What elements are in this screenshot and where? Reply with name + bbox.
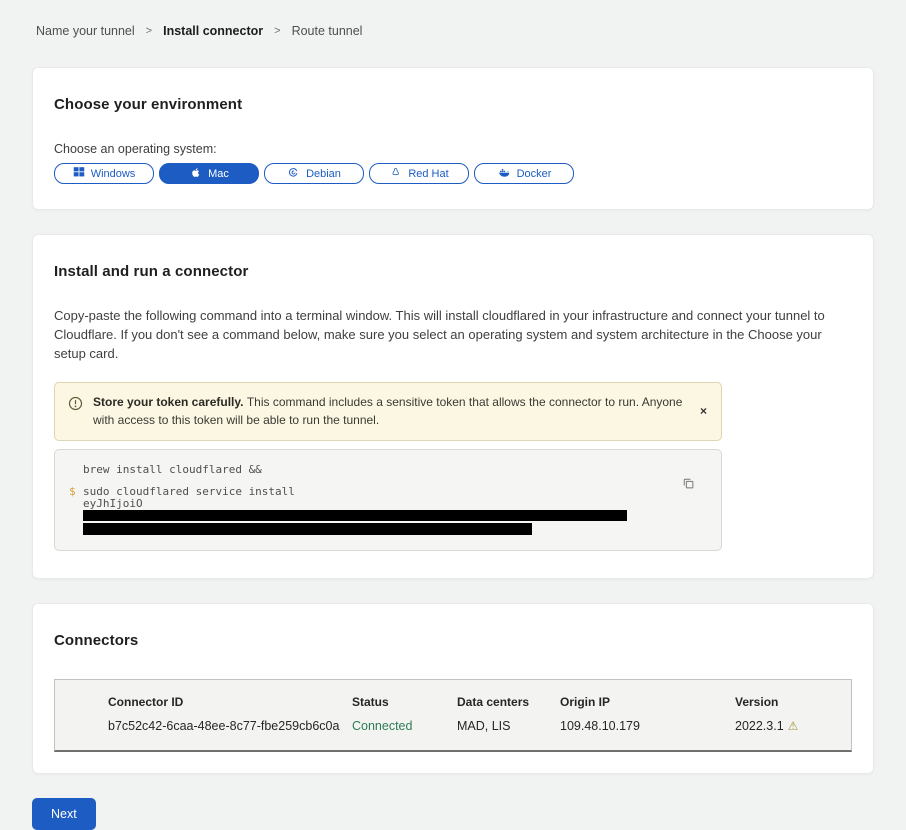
connectors-card-title: Connectors: [54, 632, 852, 649]
dollar-prompt: $: [69, 485, 83, 498]
breadcrumb: Name your tunnel > Install connector > R…: [0, 0, 906, 38]
os-select-label: Choose an operating system:: [54, 142, 852, 156]
next-button[interactable]: Next: [32, 798, 96, 830]
install-description: Copy-paste the following command into a …: [54, 307, 852, 364]
debian-icon: [287, 166, 300, 182]
os-button-mac[interactable]: Mac: [159, 163, 259, 184]
redhat-icon: [389, 166, 402, 182]
os-button-label: Debian: [306, 168, 341, 180]
column-header-origin-ip: Origin IP: [560, 695, 735, 709]
footer: Next: [32, 798, 874, 830]
breadcrumb-separator: >: [146, 25, 152, 37]
close-icon[interactable]: ×: [700, 405, 707, 417]
environment-card: Choose your environment Choose an operat…: [32, 67, 874, 210]
copy-icon[interactable]: [682, 477, 695, 493]
code-line-service-install: $ sudo cloudflared service install: [69, 485, 661, 498]
install-card: Install and run a connector Copy-paste t…: [32, 234, 874, 579]
column-header-status: Status: [352, 695, 457, 709]
status-badge: Connected: [352, 719, 457, 733]
version-value: 2022.3.1 ⚠: [735, 719, 841, 733]
alert-circle-icon: [68, 396, 83, 416]
column-header-version: Version: [735, 695, 841, 709]
origin-ip-value: 109.48.10.179: [560, 719, 735, 733]
warning-triangle-icon: ⚠: [788, 719, 799, 733]
breadcrumb-item-name-tunnel[interactable]: Name your tunnel: [36, 24, 135, 38]
environment-card-title: Choose your environment: [54, 96, 852, 113]
os-button-label: Red Hat: [408, 168, 448, 180]
breadcrumb-separator: >: [274, 25, 280, 37]
code-line-brew: brew install cloudflared &&: [69, 463, 661, 476]
install-command-codeblock: brew install cloudflared && $ sudo cloud…: [54, 449, 722, 551]
version-number: 2022.3.1: [735, 719, 784, 733]
redaction-bar: [83, 510, 627, 521]
os-button-label: Docker: [517, 168, 552, 180]
os-button-group: Windows Mac Debian Red Hat: [54, 163, 852, 184]
os-button-debian[interactable]: Debian: [264, 163, 364, 184]
install-card-title: Install and run a connector: [54, 263, 852, 280]
os-button-windows[interactable]: Windows: [54, 163, 154, 184]
connector-id-value: b7c52c42-6caa-48ee-8c77-fbe259cb6c0a: [108, 719, 352, 733]
windows-icon: [73, 166, 85, 181]
code-line-token: eyJhIjoiO: [83, 498, 661, 522]
breadcrumb-item-install-connector[interactable]: Install connector: [163, 24, 263, 38]
os-button-label: Mac: [208, 168, 229, 180]
os-button-label: Windows: [91, 168, 136, 180]
os-button-docker[interactable]: Docker: [474, 163, 574, 184]
prompt-spacer: [69, 463, 83, 476]
connectors-card: Connectors Connector ID Status Data cent…: [32, 603, 874, 774]
os-button-redhat[interactable]: Red Hat: [369, 163, 469, 184]
data-centers-value: MAD, LIS: [457, 719, 560, 733]
docker-icon: [497, 166, 511, 182]
breadcrumb-item-route-tunnel[interactable]: Route tunnel: [292, 24, 363, 38]
token-warning-alert: Store your token carefully. This command…: [54, 382, 722, 441]
connectors-table: Connector ID Status Data centers Origin …: [54, 679, 852, 752]
column-header-data-centers: Data centers: [457, 695, 560, 709]
apple-icon: [189, 166, 202, 182]
column-header-connector-id: Connector ID: [108, 695, 352, 709]
code-text: brew install cloudflared &&: [83, 463, 262, 476]
redaction-bar: [83, 523, 532, 535]
token-prefix: eyJhIjoiO: [83, 497, 143, 510]
alert-text: Store your token carefully. This command…: [93, 393, 685, 430]
alert-title: Store your token carefully.: [93, 395, 247, 409]
